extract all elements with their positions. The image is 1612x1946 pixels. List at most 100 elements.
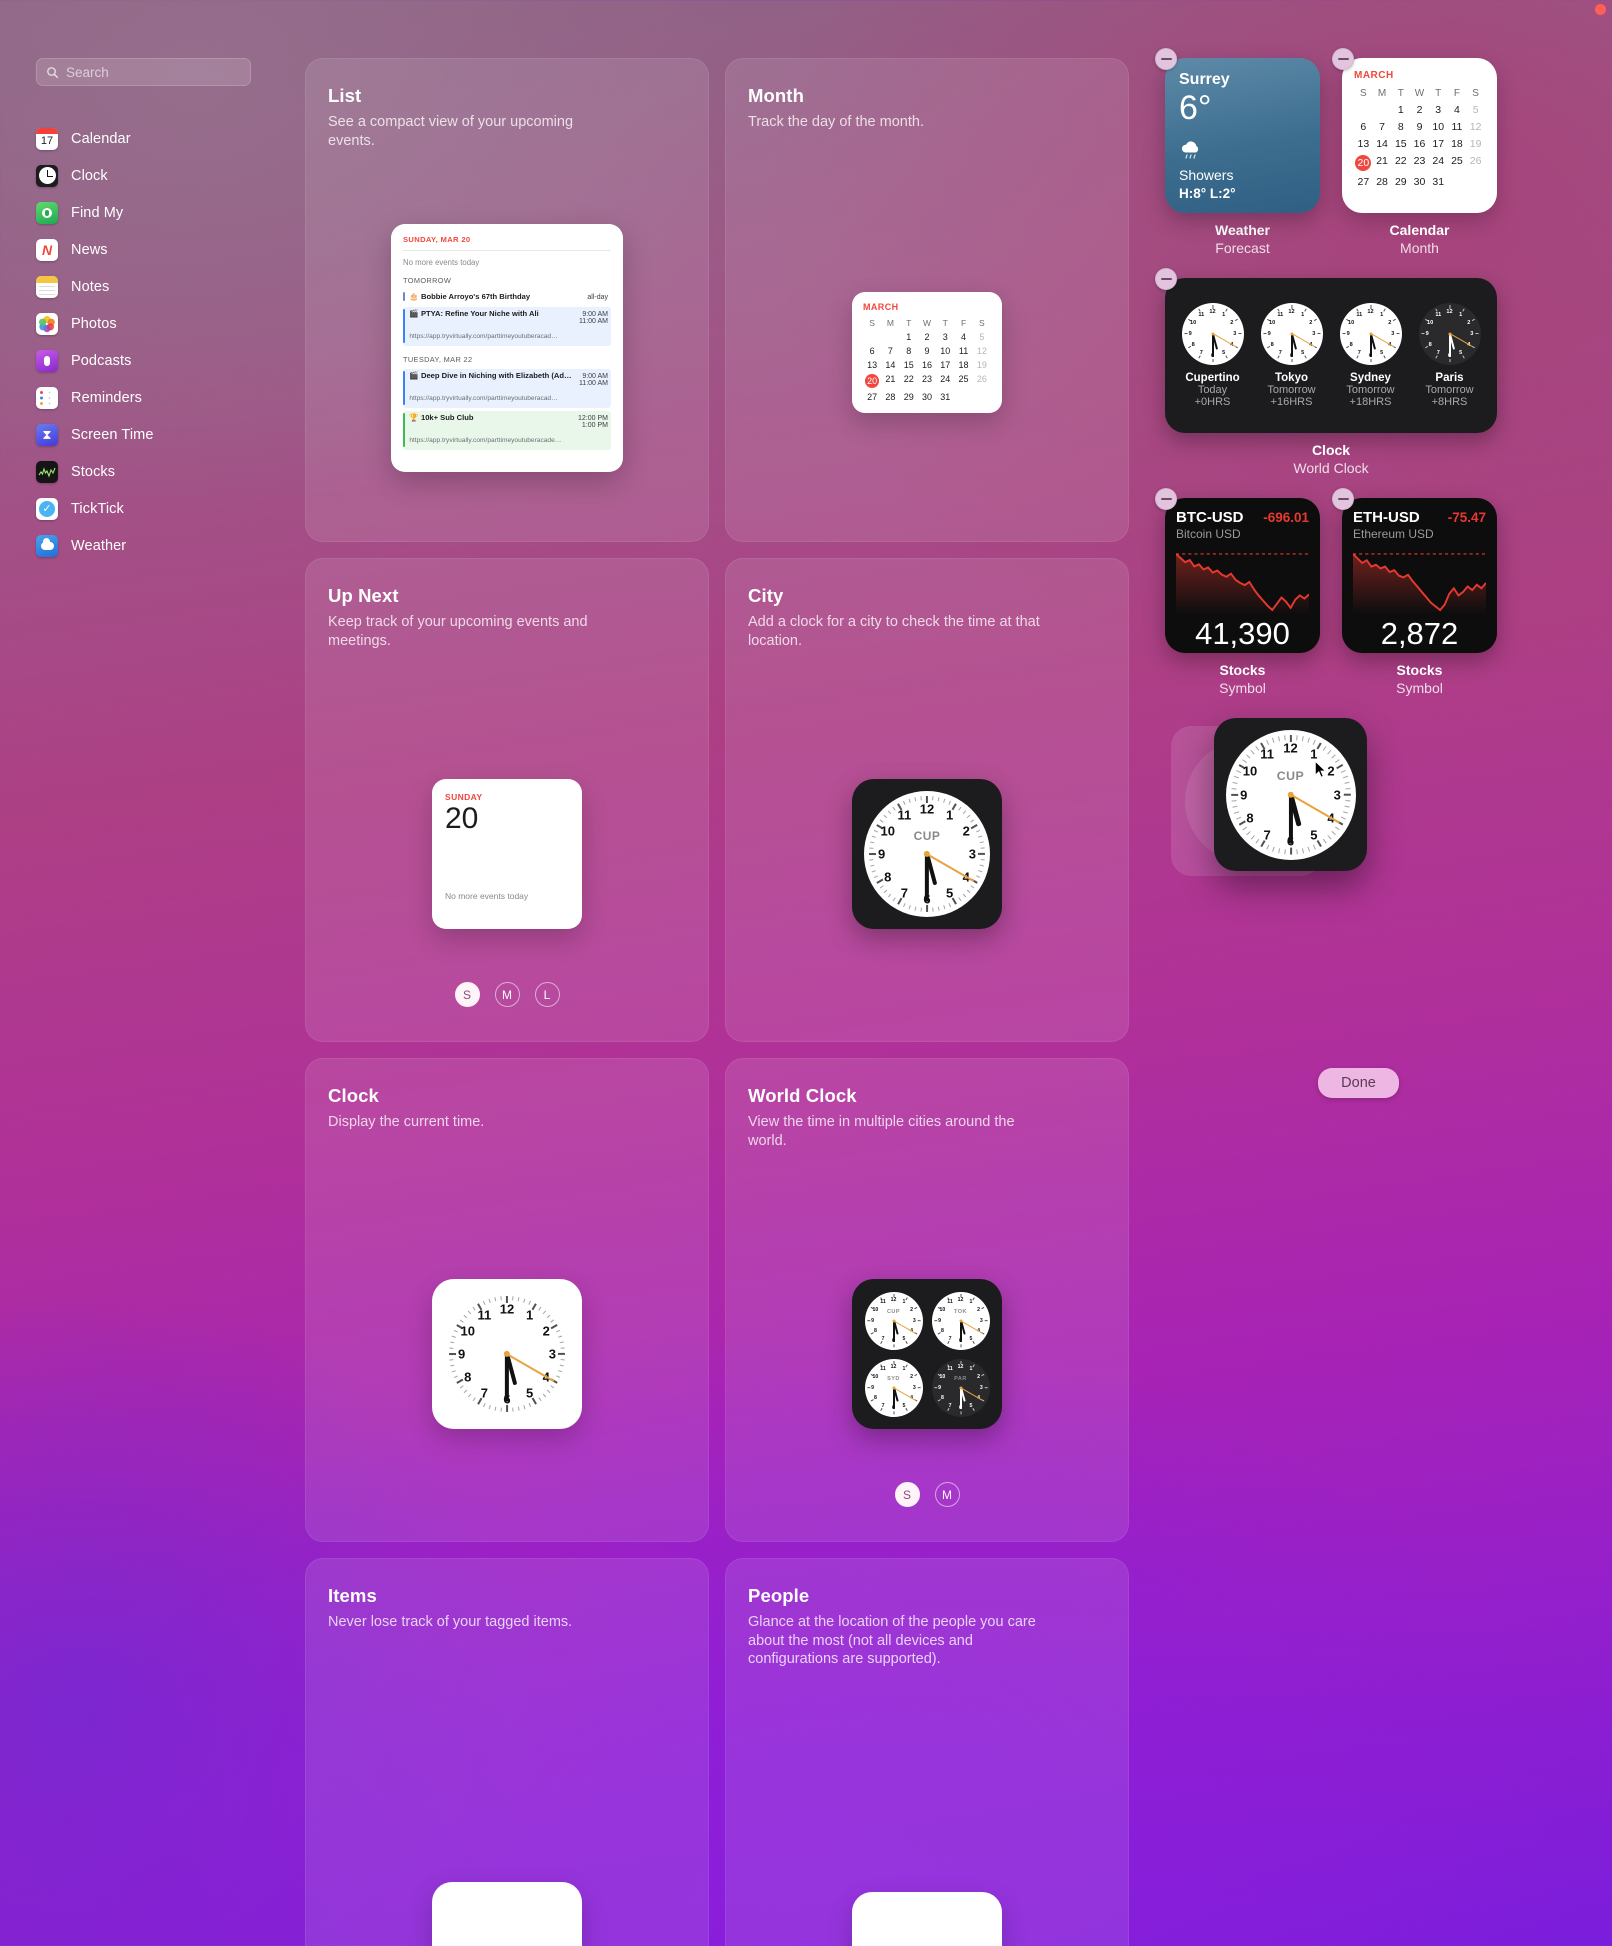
clock-widget-preview[interactable]: 123456789101112 bbox=[432, 1279, 582, 1429]
calendar-day[interactable]: 9 bbox=[1410, 121, 1429, 133]
remove-widget-button[interactable] bbox=[1155, 268, 1177, 290]
stack-widget-world-clock[interactable]: 123456789101112CupertinoToday+0HRS123456… bbox=[1155, 268, 1497, 476]
calendar-day[interactable]: 9 bbox=[918, 346, 936, 356]
calendar-day[interactable]: 19 bbox=[1466, 138, 1485, 150]
calendar-day[interactable]: 31 bbox=[1429, 176, 1448, 188]
sidebar-item-find-my[interactable]: Find My bbox=[14, 194, 271, 231]
calendar-day[interactable]: 31 bbox=[936, 392, 954, 402]
calendar-day[interactable]: 23 bbox=[1410, 155, 1429, 171]
calendar-day[interactable]: 11 bbox=[1448, 121, 1467, 133]
stocks-widget[interactable]: BTC-USD -696.01 Bitcoin USD 41,390 bbox=[1165, 498, 1320, 653]
sidebar-item-ticktick[interactable]: ✓ TickTick bbox=[14, 490, 271, 527]
remove-widget-button[interactable] bbox=[1332, 488, 1354, 510]
gallery-card-month[interactable]: Month Track the day of the month. MARCH … bbox=[725, 58, 1129, 542]
city-widget-preview[interactable]: 123456789101112CUP bbox=[852, 779, 1002, 929]
calendar-day[interactable]: 8 bbox=[1391, 121, 1410, 133]
done-button[interactable]: Done bbox=[1318, 1068, 1399, 1098]
calendar-day[interactable]: 25 bbox=[1448, 155, 1467, 171]
list-event-row[interactable]: 🎬 Deep Dive in Niching with Elizabeth (A… bbox=[403, 369, 611, 408]
dragged-clock-widget[interactable]: 123456789101112CUP bbox=[1214, 718, 1367, 871]
calendar-day[interactable]: 27 bbox=[1354, 176, 1373, 188]
calendar-day[interactable]: 11 bbox=[954, 346, 972, 356]
calendar-day[interactable]: 6 bbox=[863, 346, 881, 356]
calendar-day[interactable]: 12 bbox=[1466, 121, 1485, 133]
calendar-day[interactable]: 28 bbox=[881, 392, 899, 402]
list-event-row[interactable]: 🏆 10k+ Sub Club 12:00 PM 1:00 PM https:/… bbox=[403, 411, 611, 450]
sidebar-item-podcasts[interactable]: Podcasts bbox=[14, 342, 271, 379]
sidebar-item-notes[interactable]: Notes bbox=[14, 268, 271, 305]
world-clock-city[interactable]: 123456789101112CupertinoToday+0HRS bbox=[1173, 303, 1252, 408]
calendar-day[interactable]: 10 bbox=[936, 346, 954, 356]
gallery-card-city[interactable]: City Add a clock for a city to check the… bbox=[725, 558, 1129, 1042]
calendar-widget[interactable]: MARCH S M T W T F S 1 2 3 4 5 6 7 8 9 10 11 12 13 14 15 16 17 18… bbox=[1342, 58, 1497, 213]
calendar-day[interactable]: 16 bbox=[918, 360, 936, 370]
calendar-day[interactable]: 24 bbox=[936, 374, 954, 388]
search-field[interactable] bbox=[36, 58, 251, 86]
calendar-day[interactable]: 4 bbox=[954, 332, 972, 342]
calendar-day[interactable]: 1 bbox=[900, 332, 918, 342]
calendar-day[interactable]: 7 bbox=[1373, 121, 1392, 133]
remove-widget-button[interactable] bbox=[1155, 48, 1177, 70]
items-widget-preview[interactable] bbox=[432, 1882, 582, 1946]
sidebar-item-clock[interactable]: Clock bbox=[14, 157, 271, 194]
gallery-card-clock[interactable]: Clock Display the current time. 12345678… bbox=[305, 1058, 709, 1542]
calendar-day[interactable]: 30 bbox=[1410, 176, 1429, 188]
gallery-card-world-clock[interactable]: World Clock View the time in multiple ci… bbox=[725, 1058, 1129, 1542]
calendar-day[interactable]: 25 bbox=[954, 374, 972, 388]
month-widget-preview[interactable]: MARCH S M T W T F S 1 2 3 4 5 6 7 8 9 10 11 12 13 14 15 16 17 18… bbox=[852, 291, 1002, 413]
list-event-row[interactable]: 🎂 Bobbie Arroyo's 67th Birthday all-day bbox=[403, 290, 611, 304]
sidebar-item-screen-time[interactable]: ⧗ Screen Time bbox=[14, 416, 271, 453]
worldclock-widget-preview[interactable]: 123456789101112CUP 123456789101112TOK 12… bbox=[852, 1279, 1002, 1429]
calendar-day[interactable]: 14 bbox=[1373, 138, 1392, 150]
calendar-day[interactable]: 2 bbox=[1410, 104, 1429, 116]
calendar-day[interactable]: 26 bbox=[1466, 155, 1485, 171]
calendar-day[interactable]: 24 bbox=[1429, 155, 1448, 171]
calendar-day[interactable]: 3 bbox=[1429, 104, 1448, 116]
calendar-day[interactable]: 15 bbox=[1391, 138, 1410, 150]
calendar-day[interactable]: 17 bbox=[1429, 138, 1448, 150]
world-clock-city[interactable]: 123456789101112SydneyTomorrow+18HRS bbox=[1331, 303, 1410, 408]
calendar-day[interactable]: 13 bbox=[1354, 138, 1373, 150]
calendar-day[interactable]: 26 bbox=[973, 374, 991, 388]
calendar-day[interactable]: 4 bbox=[1448, 104, 1467, 116]
calendar-day[interactable]: 27 bbox=[863, 392, 881, 402]
calendar-day[interactable]: 30 bbox=[918, 392, 936, 402]
calendar-day[interactable]: 29 bbox=[1391, 176, 1410, 188]
gallery-card-up-next[interactable]: Up Next Keep track of your upcoming even… bbox=[305, 558, 709, 1042]
size-option-s[interactable]: S bbox=[454, 982, 480, 1007]
calendar-day[interactable]: 7 bbox=[881, 346, 899, 356]
people-widget-preview[interactable] bbox=[852, 1892, 1002, 1946]
sidebar-item-weather[interactable]: Weather bbox=[14, 527, 271, 564]
calendar-day[interactable]: 18 bbox=[954, 360, 972, 370]
size-option-m[interactable]: M bbox=[494, 982, 520, 1007]
world-clock-city[interactable]: 123456789101112TokyoTomorrow+16HRS bbox=[1252, 303, 1331, 408]
calendar-day[interactable]: 28 bbox=[1373, 176, 1392, 188]
calendar-day[interactable]: 10 bbox=[1429, 121, 1448, 133]
sidebar-item-reminders[interactable]: Reminders bbox=[14, 379, 271, 416]
calendar-day[interactable]: 16 bbox=[1410, 138, 1429, 150]
search-input[interactable] bbox=[66, 64, 241, 80]
calendar-day[interactable]: 13 bbox=[863, 360, 881, 370]
sidebar-item-news[interactable]: N News bbox=[14, 231, 271, 268]
remove-widget-button[interactable] bbox=[1155, 488, 1177, 510]
calendar-day[interactable]: 20 bbox=[1355, 155, 1372, 171]
calendar-day[interactable]: 23 bbox=[918, 374, 936, 388]
calendar-day[interactable]: 22 bbox=[1391, 155, 1410, 171]
stack-widget-stocks-btc[interactable]: BTC-USD -696.01 Bitcoin USD 41,390 Stock… bbox=[1155, 488, 1320, 696]
calendar-day[interactable]: 19 bbox=[973, 360, 991, 370]
gallery-card-list[interactable]: List See a compact view of your upcoming… bbox=[305, 58, 709, 542]
size-option-m[interactable]: M bbox=[934, 1482, 960, 1507]
calendar-day[interactable]: 29 bbox=[900, 392, 918, 402]
stack-widget-calendar[interactable]: MARCH S M T W T F S 1 2 3 4 5 6 7 8 9 10 11 12 13 14 15 16 17 18… bbox=[1332, 48, 1497, 256]
drag-drop-area[interactable]: 123456789101112CUP bbox=[1171, 718, 1371, 893]
calendar-day[interactable]: 6 bbox=[1354, 121, 1373, 133]
list-widget-preview[interactable]: SUNDAY, MAR 20 No more events today TOMO… bbox=[391, 224, 623, 472]
remove-widget-button[interactable] bbox=[1332, 48, 1354, 70]
calendar-day[interactable]: 21 bbox=[881, 374, 899, 388]
calendar-day[interactable]: 18 bbox=[1448, 138, 1467, 150]
world-clock-widget[interactable]: 123456789101112CupertinoToday+0HRS123456… bbox=[1165, 278, 1497, 433]
calendar-day[interactable]: 12 bbox=[973, 346, 991, 356]
calendar-day[interactable]: 1 bbox=[1391, 104, 1410, 116]
list-event-row[interactable]: 🎬 PTYA: Refine Your Niche with Ali 9:00 … bbox=[403, 307, 611, 346]
sidebar-item-photos[interactable]: Photos bbox=[14, 305, 271, 342]
